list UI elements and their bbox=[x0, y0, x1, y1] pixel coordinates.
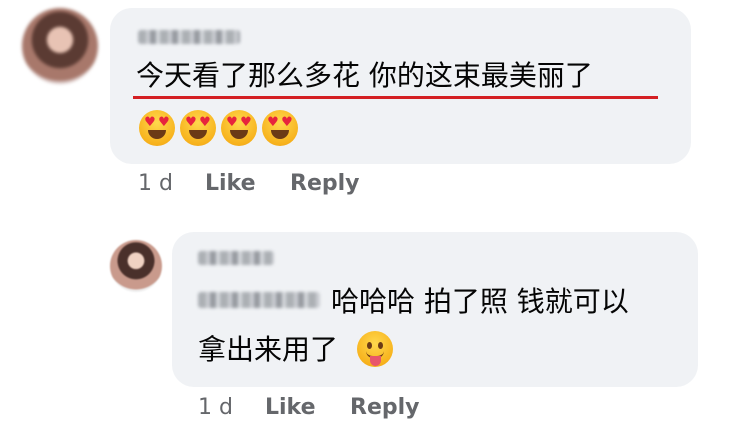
heart-eyes-emoji-icon: ♥ ♥ bbox=[139, 110, 175, 146]
reply-text-line2: 拿出来用了 bbox=[198, 333, 339, 366]
reply-timestamp: 1 d bbox=[198, 395, 233, 420]
comment-like-button[interactable]: Like bbox=[205, 171, 256, 196]
commenter-name-blurred[interactable] bbox=[138, 30, 240, 44]
comment-text: 今天看了那么多花 你的这束最美丽了 bbox=[136, 59, 593, 92]
comment-reply-button[interactable]: Reply bbox=[290, 171, 360, 196]
replier-avatar[interactable] bbox=[110, 240, 162, 292]
reply-text-line1: 哈哈哈 拍了照 钱就可以 bbox=[331, 285, 629, 318]
comment-timestamp: 1 d bbox=[138, 171, 173, 196]
reply-reply-button[interactable]: Reply bbox=[350, 395, 420, 420]
heart-eyes-emoji-icon: ♥ ♥ bbox=[262, 110, 298, 146]
comment-emoji-row: ♥ ♥ ♥ ♥ ♥ ♥ ♥ ♥ bbox=[139, 110, 298, 146]
heart-eyes-emoji-icon: ♥ ♥ bbox=[180, 110, 216, 146]
reply-like-button[interactable]: Like bbox=[265, 395, 316, 420]
commenter-avatar[interactable] bbox=[22, 8, 98, 84]
red-underline-annotation bbox=[133, 96, 658, 99]
tongue-out-emoji-icon bbox=[357, 331, 393, 367]
replier-name-blurred[interactable] bbox=[198, 251, 274, 265]
heart-eyes-emoji-icon: ♥ ♥ bbox=[221, 110, 257, 146]
